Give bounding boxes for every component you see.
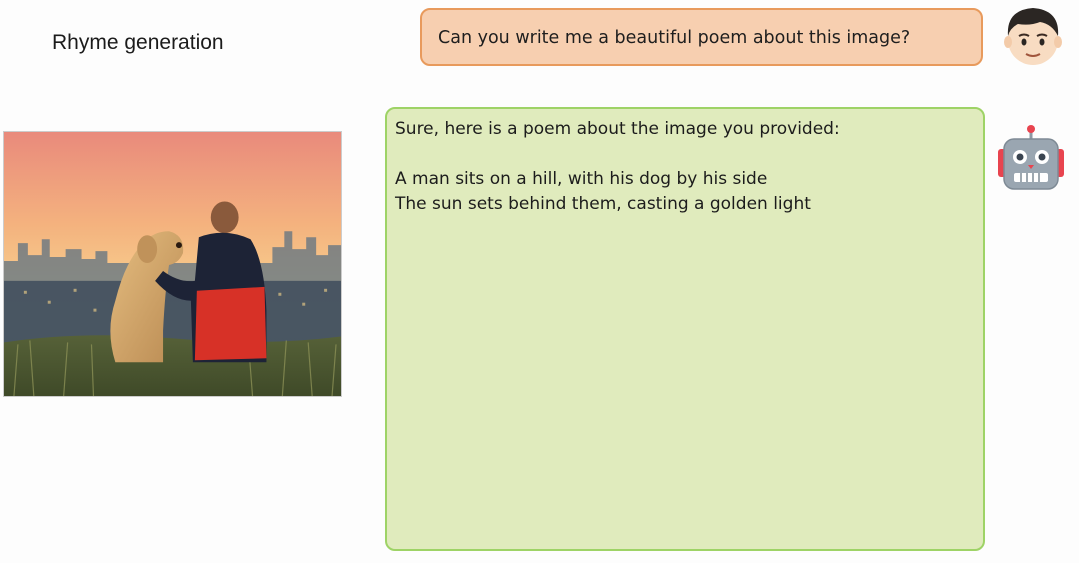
page-title: Rhyme generation <box>52 31 224 54</box>
poem-line-1: A man sits on a hill, with his dog by hi… <box>395 169 768 189</box>
user-message-bubble: Can you write me a beautiful poem about … <box>420 8 983 66</box>
bot-message-bubble: Sure, here is a poem about the image you… <box>385 107 985 551</box>
boy-face-icon <box>1004 8 1062 65</box>
chat-stage: Rhyme generation Can you write me a beau… <box>0 0 1079 563</box>
poem-line-2: The sun sets behind them, casting a gold… <box>395 194 811 214</box>
uploaded-photo <box>3 131 342 397</box>
user-message-text: Can you write me a beautiful poem about … <box>438 28 911 48</box>
robot-face-icon <box>998 125 1064 190</box>
bot-intro-text: Sure, here is a poem about the image you… <box>395 119 840 139</box>
